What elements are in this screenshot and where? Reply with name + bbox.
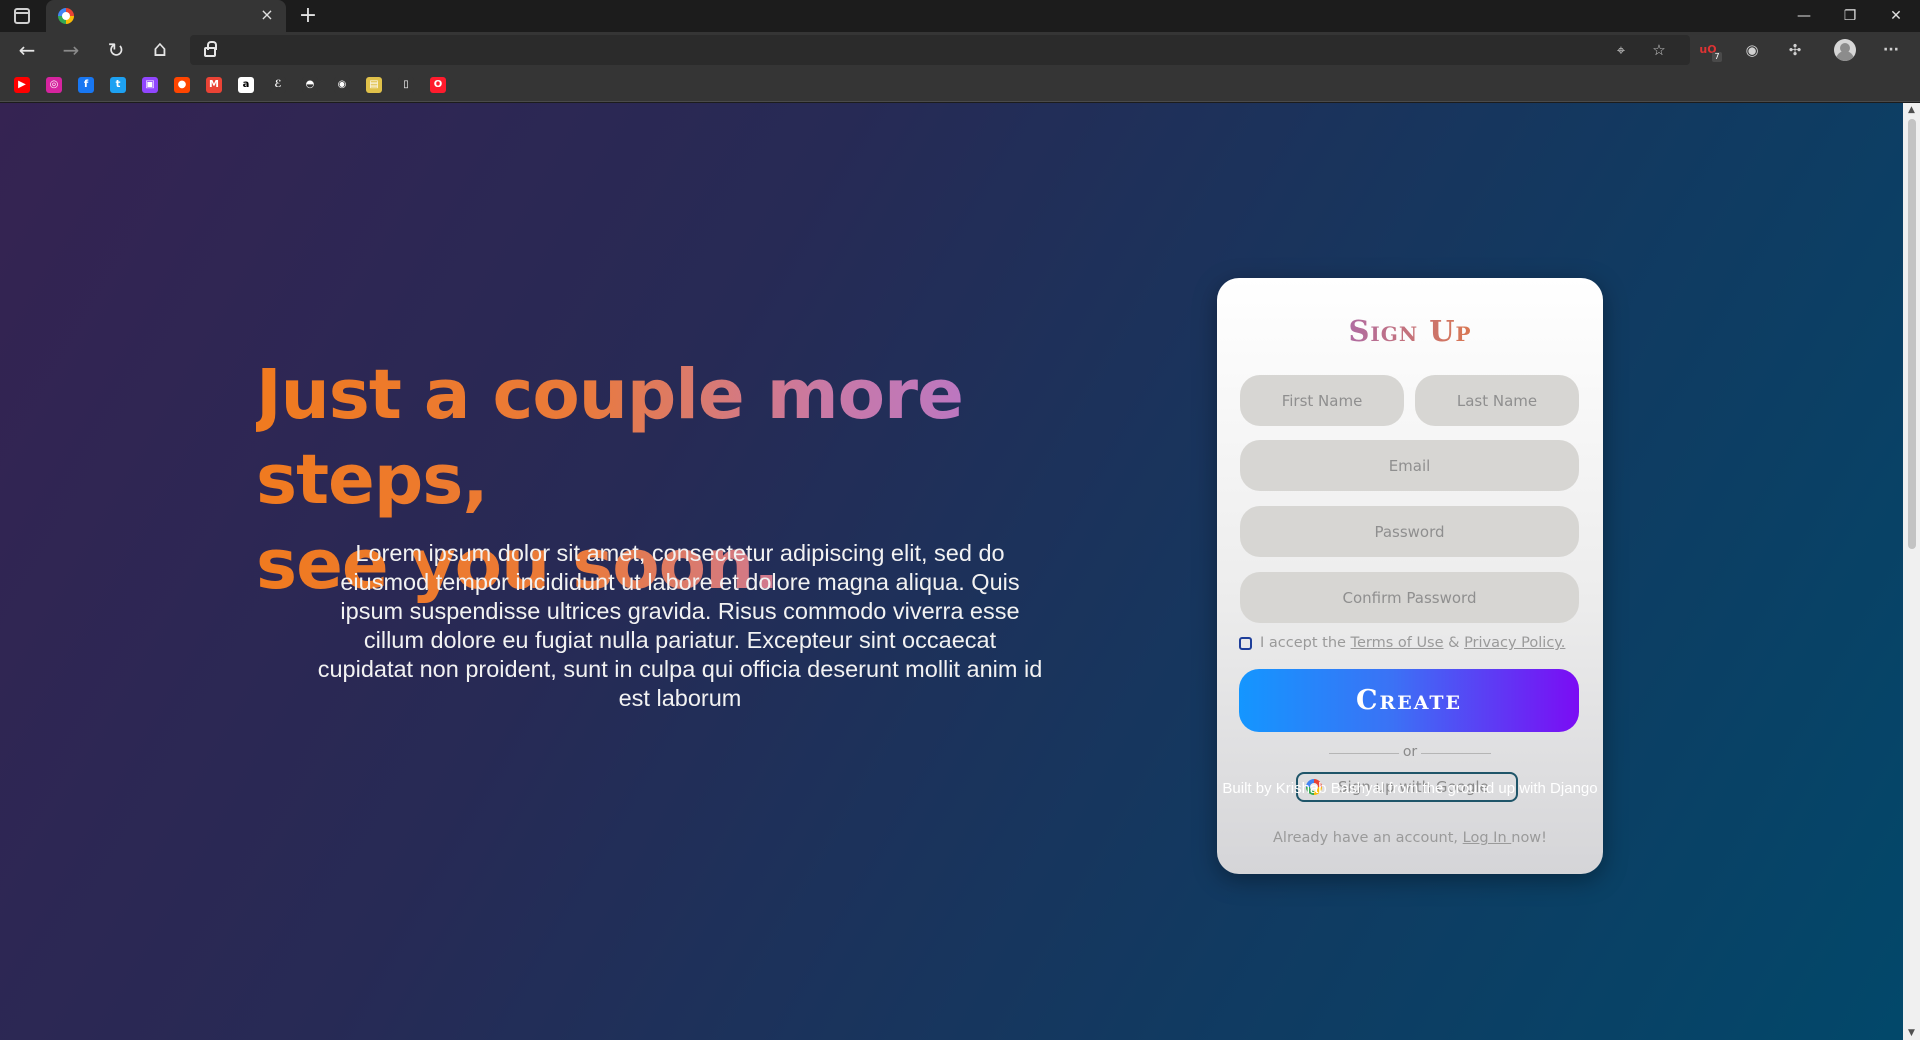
bookmark-twitch-icon[interactable]: ▣ — [142, 77, 158, 93]
signup-title: Sign Up — [1217, 314, 1603, 348]
location-icon[interactable]: ⌖ — [1611, 40, 1631, 60]
bookmark-amazon-icon[interactable]: a — [238, 77, 254, 93]
lock-icon[interactable] — [204, 41, 217, 57]
minimize-window-button[interactable]: — — [1786, 4, 1822, 28]
terms-prefix: I accept the — [1260, 635, 1351, 651]
restore-window-button[interactable]: ❐ — [1832, 4, 1868, 28]
browser-tab-bar: × + — ❐ ✕ — [0, 0, 1920, 32]
terms-checkbox[interactable] — [1239, 637, 1252, 650]
bookmark-instagram-icon[interactable]: ◎ — [46, 77, 62, 93]
profile-avatar[interactable] — [1834, 39, 1856, 61]
browser-tab-active[interactable]: × — [46, 0, 286, 32]
bookmark-gmail-icon[interactable]: M — [206, 77, 222, 93]
bookmark-document-icon[interactable]: ▯ — [398, 77, 414, 93]
login-prefix: Already have an account, — [1273, 830, 1463, 846]
hero-headline-line1: Just a couple more steps, — [256, 355, 963, 520]
log-in-link[interactable]: Log In — [1463, 830, 1512, 846]
tab-actions-icon[interactable] — [14, 8, 30, 24]
browser-toolbar: ← → ↻ ⌂ ⌖ ☆ uO 7 ◉ ✣ ··· — [0, 32, 1920, 68]
password-field[interactable] — [1240, 506, 1579, 557]
bookmark-bookmark-12-icon[interactable]: ▤ — [366, 77, 382, 93]
google-favicon-icon — [58, 8, 74, 24]
last-name-field[interactable] — [1415, 375, 1579, 426]
close-window-button[interactable]: ✕ — [1878, 4, 1914, 28]
privacy-policy-link[interactable]: Privacy Policy. — [1464, 635, 1565, 651]
footer-credit: Built by Krishab Bashyal from the ground… — [1222, 780, 1598, 797]
or-divider-text: or — [1402, 744, 1418, 760]
scroll-down-icon[interactable]: ▼ — [1903, 1026, 1920, 1040]
first-name-field[interactable] — [1240, 375, 1404, 426]
bookmarks-bar: ▶ ◎ f t ▣ ● Ma ℰ ◓ ◉ ▤ ▯ O — [0, 68, 1920, 102]
back-button[interactable]: ← — [15, 38, 39, 62]
login-prompt: Already have an account, Log In now! — [1217, 830, 1603, 846]
terms-and: & — [1443, 635, 1465, 651]
ublock-badge: 7 — [1712, 52, 1722, 62]
bookmark-reddit-icon[interactable]: ● — [174, 77, 190, 93]
scroll-up-icon[interactable]: ▲ — [1903, 103, 1920, 117]
bookmark-github-icon[interactable]: ◉ — [334, 77, 350, 93]
tab-close-icon[interactable]: × — [258, 6, 276, 24]
extension-icon[interactable]: ◉ — [1742, 40, 1762, 60]
login-suffix: now! — [1511, 830, 1547, 846]
terms-row: I accept the Terms of Use & Privacy Poli… — [1239, 635, 1589, 655]
divider-right — [1421, 753, 1491, 754]
favorites-icon[interactable]: ☆ — [1649, 40, 1669, 60]
hero-body-text: Lorem ipsum dolor sit amet, consectetur … — [317, 540, 1043, 711]
bookmark-twitter-icon[interactable]: t — [110, 77, 126, 93]
extensions-puzzle-icon[interactable]: ✣ — [1785, 40, 1805, 60]
home-button[interactable]: ⌂ — [148, 38, 172, 62]
terms-label: I accept the Terms of Use & Privacy Poli… — [1260, 635, 1565, 651]
email-field[interactable] — [1240, 440, 1579, 491]
scroll-thumb[interactable] — [1908, 119, 1916, 549]
bookmark-bookmark-10-icon[interactable]: ◓ — [302, 77, 318, 93]
reload-button[interactable]: ↻ — [104, 38, 128, 62]
bookmark-opera-icon[interactable]: O — [430, 77, 446, 93]
bookmark-facebook-icon[interactable]: f — [78, 77, 94, 93]
bookmark-youtube-icon[interactable]: ▶ — [14, 77, 30, 93]
page-scrollbar[interactable]: ▲ ▼ — [1903, 103, 1920, 1040]
page-background: Just a couple more steps, see you soon. … — [0, 103, 1903, 1040]
new-tab-button[interactable]: + — [296, 4, 320, 28]
bookmark-etsy-icon[interactable]: ℰ — [270, 77, 286, 93]
terms-of-use-link[interactable]: Terms of Use — [1351, 635, 1444, 651]
address-bar[interactable] — [190, 35, 1690, 65]
more-menu-icon[interactable]: ··· — [1881, 40, 1901, 60]
create-button[interactable]: Create — [1239, 669, 1579, 732]
confirm-password-field[interactable] — [1240, 572, 1579, 623]
forward-button[interactable]: → — [59, 38, 83, 62]
